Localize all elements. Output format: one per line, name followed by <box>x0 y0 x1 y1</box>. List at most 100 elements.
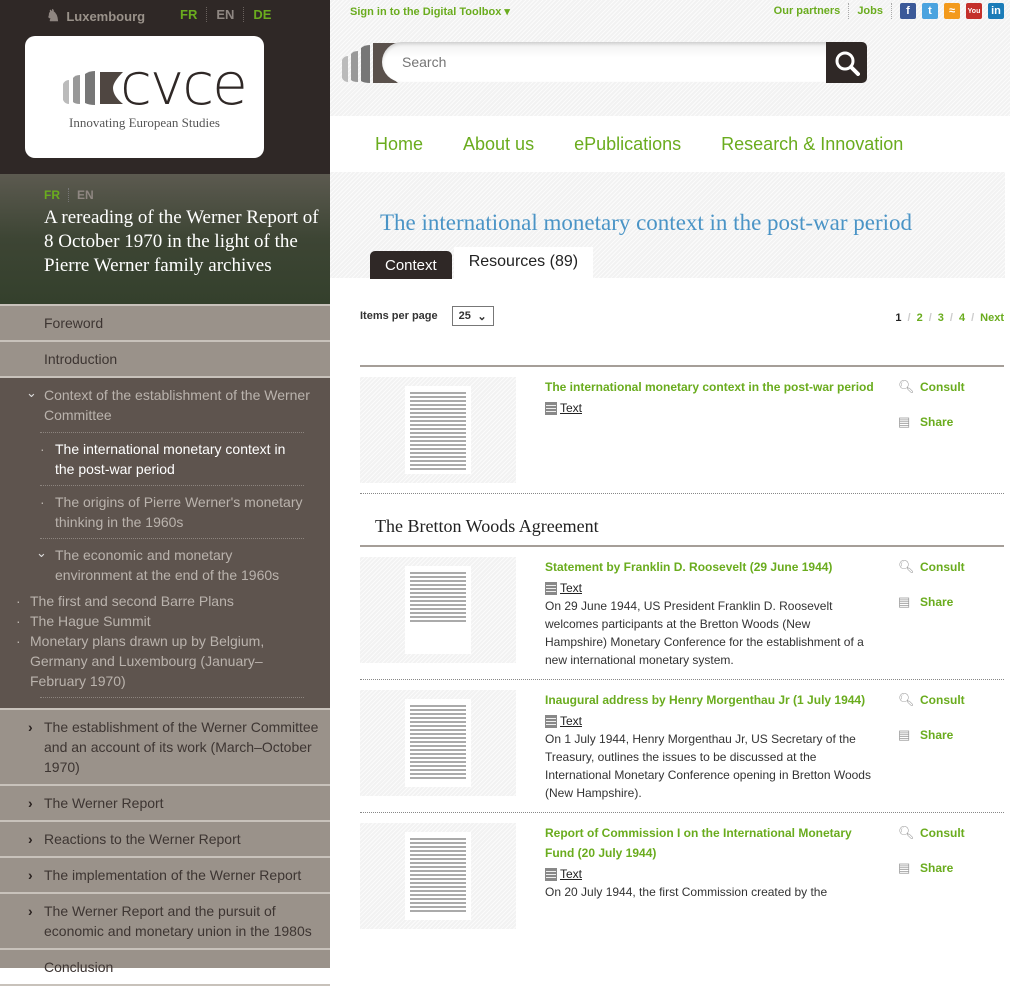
magnifier-icon: 🔍︎ <box>898 559 915 574</box>
page-link[interactable]: 3 <box>938 312 944 324</box>
sidebar-section-context: ⌄ Context of the establishment of the We… <box>0 376 330 708</box>
page-link[interactable]: 4 <box>959 312 965 324</box>
resource-type[interactable]: Text <box>545 581 875 595</box>
ebook-title[interactable]: A rereading of the Werner Report of 8 Oc… <box>44 206 324 278</box>
logo-wordmark: cvce <box>120 50 248 118</box>
tab-context[interactable]: Context <box>370 251 452 279</box>
magnifier-icon: 🔍︎ <box>898 825 915 840</box>
sidebar-item-conclusion[interactable]: Conclusion <box>0 948 330 986</box>
search-button[interactable] <box>826 42 867 83</box>
nav-home[interactable]: Home <box>375 134 423 155</box>
rss-icon[interactable]: ≈ <box>944 3 960 19</box>
speech-bubble-icon: ▤ <box>898 727 911 742</box>
resource-thumbnail[interactable] <box>360 690 516 796</box>
sidebar-subitem-active[interactable]: · The international monetary context in … <box>40 432 304 485</box>
linkedin-icon[interactable]: in <box>988 3 1004 19</box>
share-button[interactable]: ▤ Share <box>898 727 965 743</box>
sidebar-subsubitem[interactable]: · The first and second Barre Plans <box>0 591 330 611</box>
hero-lang-fr[interactable]: FR <box>44 188 68 202</box>
resource-thumbnail[interactable] <box>360 557 516 663</box>
resource-type[interactable]: Text <box>545 401 875 415</box>
sidebar-subsubitem[interactable]: · Monetary plans drawn up by Belgium, Ger… <box>0 631 290 691</box>
language-switcher: FR EN DE <box>180 7 280 22</box>
share-button[interactable]: ▤ Share <box>898 414 965 430</box>
sidebar-subitem[interactable]: · The origins of Pierre Werner's monetar… <box>40 485 304 538</box>
sidebar-subsubitem[interactable]: · The Hague Summit <box>0 611 330 631</box>
lang-fr[interactable]: FR <box>180 7 206 22</box>
chevron-right-icon: › <box>28 795 33 811</box>
resource-item: Report of Commission I on the Internatio… <box>360 813 1004 939</box>
sidebar-item-foreword[interactable]: Foreword <box>0 304 330 340</box>
next-link[interactable]: Next <box>980 312 1004 324</box>
partners-link[interactable]: Our partners <box>766 3 850 19</box>
resource-item: The international monetary context in th… <box>360 367 1004 494</box>
consult-button[interactable]: 🔍︎ Consult <box>898 379 965 395</box>
youtube-icon[interactable]: You <box>966 3 982 19</box>
social-links: f t ≈ You in <box>900 3 1004 19</box>
sidebar-item-implementation[interactable]: › The implementation of the Werner Report <box>0 856 330 892</box>
site-header: Sign in to the Digital Toolbox ▾ Our par… <box>330 0 1010 116</box>
resource-title[interactable]: Inaugural address by Henry Morgenthau Jr… <box>545 690 875 710</box>
jobs-link[interactable]: Jobs <box>849 3 892 19</box>
resource-list: The international monetary context in th… <box>360 365 1004 939</box>
resource-description: On 29 June 1944, US President Franklin D… <box>545 599 864 667</box>
resource-thumbnail[interactable] <box>360 377 516 483</box>
sidebar-item-pursuit[interactable]: › The Werner Report and the pursuit of ec… <box>0 892 330 948</box>
resource-type[interactable]: Text <box>545 867 875 881</box>
ebook-hero: FR EN A rereading of the Werner Report o… <box>0 174 330 304</box>
main-nav: Home About us ePublications Research & I… <box>330 116 1010 172</box>
resource-description: On 20 July 1944, the first Commission cr… <box>545 885 828 899</box>
lang-en[interactable]: EN <box>206 7 243 22</box>
nav-epublications[interactable]: ePublications <box>574 134 681 155</box>
search-input[interactable] <box>382 42 842 82</box>
page-title: The international monetary context in th… <box>380 210 913 235</box>
sidebar-subitem-expanded[interactable]: ⌄ The economic and monetary environment … <box>36 538 304 591</box>
hero-language-switcher: FR EN <box>44 188 102 202</box>
pagination: 1/ 2/ 3/ 4/ Next <box>895 312 1004 324</box>
magnifier-icon: 🔍︎ <box>898 692 915 707</box>
document-icon <box>545 581 557 595</box>
sidebar-header: ♞ Luxembourg FR EN DE cvce Innovating Eu… <box>0 0 330 174</box>
resource-thumbnail[interactable] <box>360 823 516 929</box>
country-link[interactable]: ♞ Luxembourg <box>46 6 145 26</box>
bullet-icon: · <box>16 633 21 649</box>
cvce-logo[interactable]: cvce Innovating European Studies <box>25 36 264 158</box>
sidebar-item-introduction[interactable]: Introduction <box>0 340 330 376</box>
sidebar-item-establishment[interactable]: › The establishment of the Werner Committ… <box>0 708 330 784</box>
share-button[interactable]: ▤ Share <box>898 860 965 876</box>
sidebar-item-context[interactable]: ⌄ Context of the establishment of the We… <box>0 378 330 432</box>
chevron-right-icon: › <box>28 903 33 919</box>
search-bar <box>340 42 868 84</box>
resource-title[interactable]: The international monetary context in th… <box>545 377 875 397</box>
lang-de[interactable]: DE <box>243 7 280 22</box>
speech-bubble-icon: ▤ <box>898 594 911 609</box>
chevron-right-icon: › <box>28 831 33 847</box>
resource-title[interactable]: Report of Commission I on the Internatio… <box>545 823 875 863</box>
resource-description: On 1 July 1944, Henry Morgenthau Jr, US … <box>545 732 871 800</box>
signin-link[interactable]: Sign in to the Digital Toolbox ▾ <box>350 5 510 18</box>
bullet-icon: · <box>16 613 21 629</box>
consult-button[interactable]: 🔍︎ Consult <box>898 692 965 708</box>
consult-button[interactable]: 🔍︎ Consult <box>898 825 965 841</box>
resource-type[interactable]: Text <box>545 714 875 728</box>
items-per-page-select[interactable]: 25 ⌄ <box>451 306 494 326</box>
nav-about-us[interactable]: About us <box>463 134 534 155</box>
sidebar-item-werner-report[interactable]: › The Werner Report <box>0 784 330 820</box>
bullet-icon: · <box>16 593 21 609</box>
bullet-icon: · <box>40 441 45 457</box>
page-link[interactable]: 2 <box>917 312 923 324</box>
facebook-icon[interactable]: f <box>900 3 916 19</box>
resource-title[interactable]: Statement by Franklin D. Roosevelt (29 J… <box>545 557 875 577</box>
hero-lang-en[interactable]: EN <box>68 188 102 202</box>
twitter-icon[interactable]: t <box>922 3 938 19</box>
sidebar-item-reactions[interactable]: › Reactions to the Werner Report <box>0 820 330 856</box>
section-heading: The Bretton Woods Agreement <box>360 494 1004 547</box>
tab-resources[interactable]: Resources (89) <box>453 247 594 279</box>
nav-research[interactable]: Research & Innovation <box>721 134 903 155</box>
document-icon <box>545 714 557 728</box>
consult-button[interactable]: 🔍︎ Consult <box>898 559 965 575</box>
resource-item: Statement by Franklin D. Roosevelt (29 J… <box>360 547 1004 680</box>
document-icon <box>545 401 557 415</box>
items-per-page: Items per page 25 ⌄ <box>360 306 494 326</box>
share-button[interactable]: ▤ Share <box>898 594 965 610</box>
